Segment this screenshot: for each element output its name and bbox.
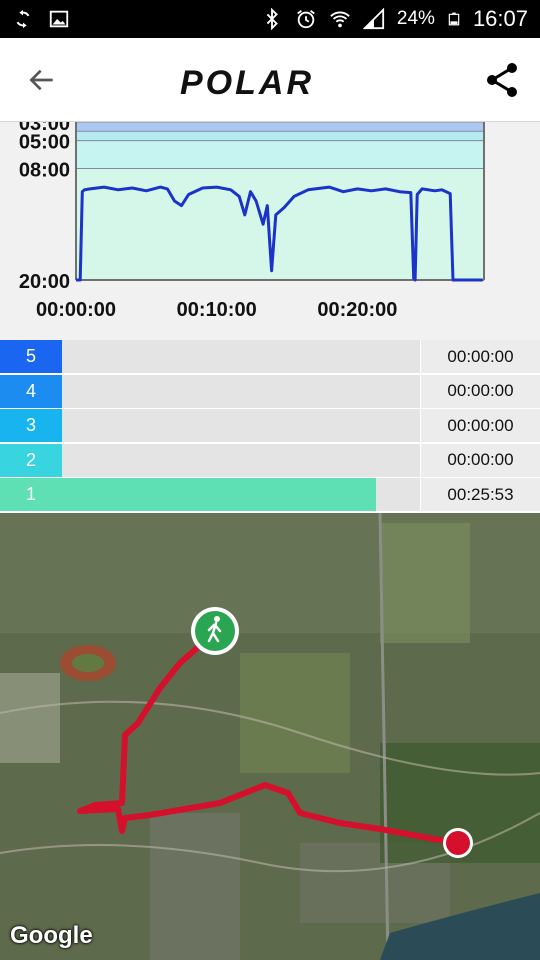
zone-time: 00:25:53	[420, 478, 540, 512]
chart-zone-band	[76, 131, 484, 141]
image-icon	[49, 10, 69, 28]
chart-x-tick-label: 00:00:00	[36, 299, 116, 321]
zone-row-4: 4 00:00:00	[0, 374, 540, 408]
zone-time: 00:00:00	[420, 374, 540, 408]
zone-number: 2	[0, 443, 62, 477]
zone-row-3: 3 00:00:00	[0, 409, 540, 443]
zone-row-5: 5 00:00:00	[0, 340, 540, 373]
chart-x-tick-label: 00:20:00	[317, 299, 397, 321]
polar-logo: POLAR	[180, 64, 314, 102]
zone-bar-track	[62, 443, 419, 477]
zone-bar-track	[62, 374, 419, 408]
zone-number: 3	[0, 409, 62, 443]
chart-x-tick-label: 00:10:00	[177, 299, 257, 321]
battery-icon	[448, 12, 460, 26]
route-map[interactable]: Google	[0, 513, 540, 960]
bluetooth-icon	[266, 8, 278, 30]
clock: 16:07	[472, 6, 528, 31]
chart-zone-band	[76, 168, 484, 280]
zone-bar-track	[62, 340, 419, 373]
zone-bar-fill	[62, 478, 377, 512]
zone-time: 00:00:00	[420, 340, 540, 373]
wifi-icon	[330, 11, 350, 28]
chart-y-tick-label: 08:00	[19, 159, 70, 181]
zone-time: 00:00:00	[420, 409, 540, 443]
end-marker[interactable]	[443, 828, 473, 858]
app-bar: POLAR	[0, 38, 540, 122]
zone-number: 4	[0, 374, 62, 408]
sync-icon	[16, 9, 30, 29]
zone-number: 5	[0, 340, 62, 373]
google-attribution: Google	[10, 922, 93, 949]
zone-row-1: 1 00:25:53	[0, 478, 540, 512]
zone-time: 00:00:00	[420, 443, 540, 477]
status-bar: 24% 16:07	[0, 0, 540, 38]
signal-icon	[362, 8, 384, 30]
start-marker[interactable]	[191, 607, 239, 655]
battery-percent: 24%	[396, 8, 435, 29]
chart-y-tick-label: 20:00	[19, 271, 70, 293]
chart-svg: 03:0005:0008:0020:0000:00:00 00:10:00 00:2…	[19, 122, 485, 321]
heart-rate-chart: 03:00 05:00 08:00 20:00 00:00:00 00:10:00 00:2…	[0, 122, 540, 340]
arrow-back-icon[interactable]	[26, 64, 58, 96]
zone-bar-track	[62, 409, 419, 443]
chart-zone-band	[76, 140, 484, 169]
zone-row-2: 2 00:00:00	[0, 443, 540, 477]
map-svg	[0, 513, 540, 960]
chart-y-tick-label: 05:00	[19, 132, 70, 154]
zone-number: 1	[0, 478, 62, 512]
alarm-icon	[297, 10, 315, 29]
share-icon[interactable]	[482, 60, 522, 100]
zone-list: 5 00:00:00 4 00:00:00 3 00:00:00 2 00:00:00 1 00:…	[0, 340, 540, 513]
chart-zone-band	[76, 122, 484, 132]
zone-bar-track	[62, 478, 419, 512]
